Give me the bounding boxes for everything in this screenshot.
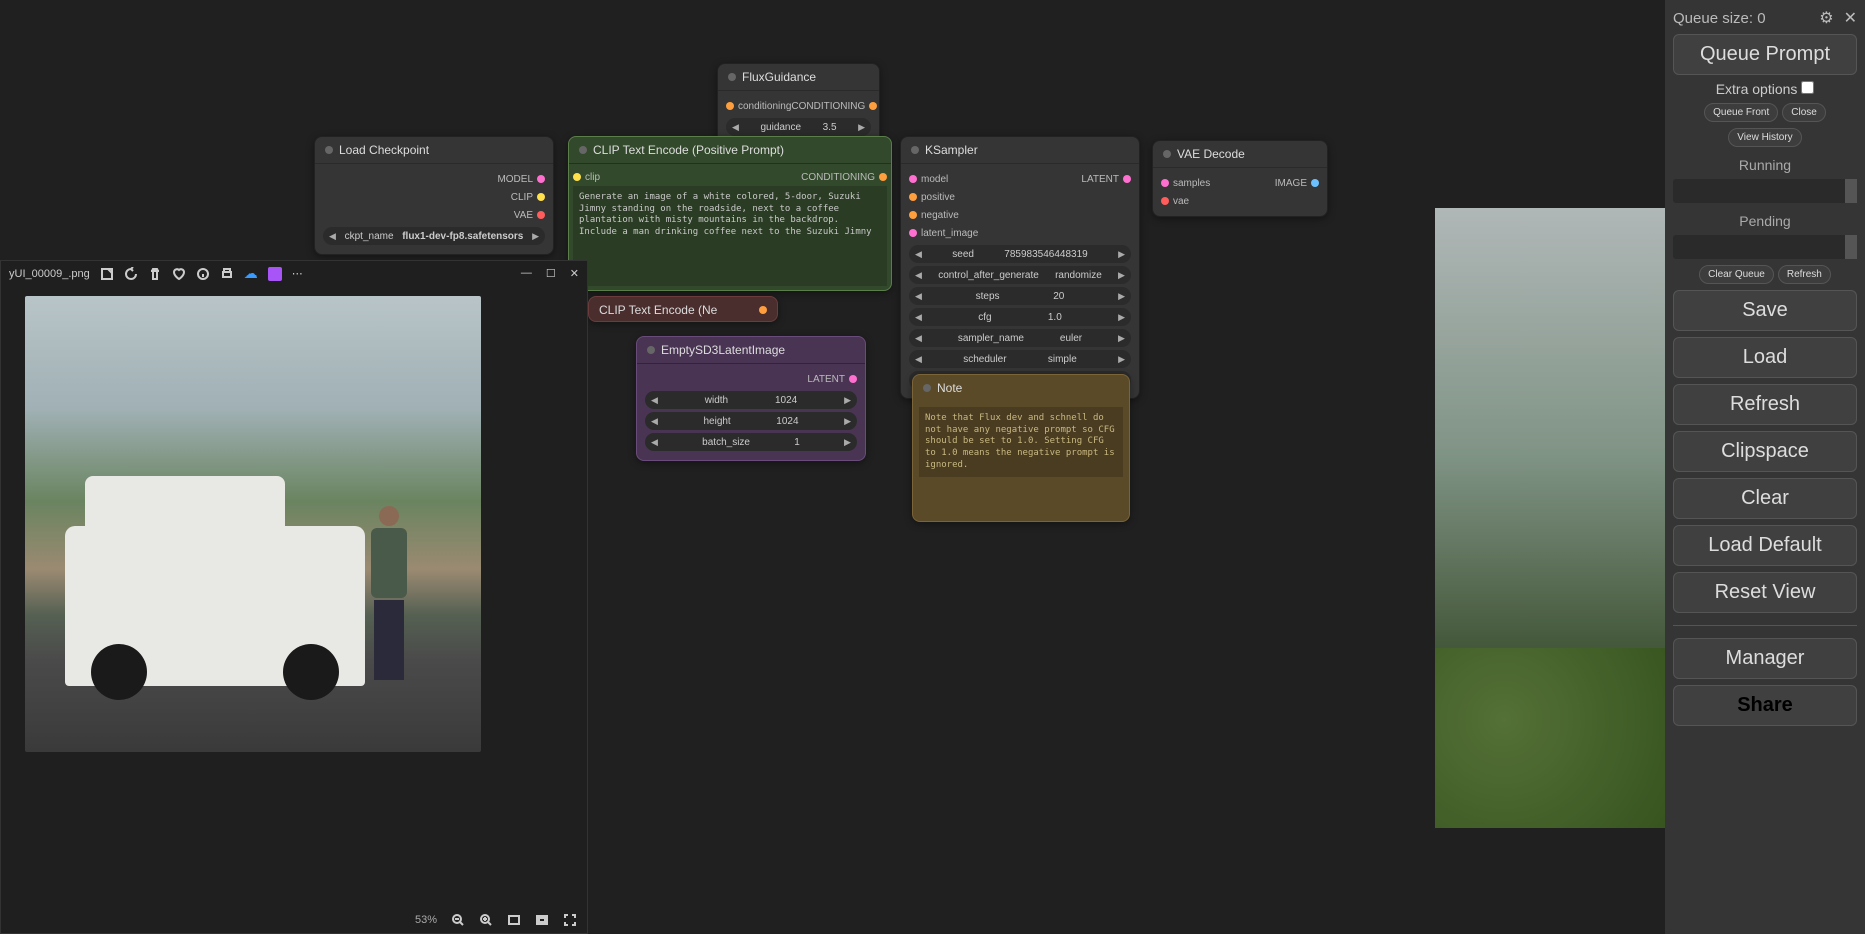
positive-prompt-text[interactable]: Generate an image of a white colored, 5-… [573,186,887,286]
fit-icon[interactable] [507,913,521,927]
more-icon[interactable]: ⋯ [292,267,303,280]
widget-ckpt-name[interactable]: ◀ckpt_nameflux1-dev-fp8.safetensors▶ [323,227,545,245]
fullscreen-icon[interactable] [563,913,577,927]
gear-icon[interactable]: ⚙ [1819,8,1833,28]
node-clip-negative[interactable]: CLIP Text Encode (Ne [588,296,778,322]
queue-size-label: Queue size: 0 [1673,10,1766,27]
node-flux-guidance[interactable]: FluxGuidance conditioningCONDITIONING ◀g… [717,63,880,146]
widget-scheduler[interactable]: ◀schedulersimple▶ [909,350,1131,368]
info-icon[interactable] [196,267,210,281]
side-panel: Queue size: 0 ⚙ ✕ Queue Prompt Extra opt… [1665,0,1865,934]
rotate-icon[interactable] [124,267,138,281]
clear-button[interactable]: Clear [1673,478,1857,519]
save-button[interactable]: Save [1673,290,1857,331]
close-button[interactable]: Close [1782,103,1826,122]
share-button[interactable]: Share [1673,685,1857,726]
image-viewer-window[interactable]: yUI_00009_.png ☁ ⋯ — ☐ ✕ 53% [0,260,588,934]
viewer-filename: yUI_00009_.png [9,268,90,280]
node-title: CLIP Text Encode (Positive Prompt) [593,143,784,157]
node-title: Load Checkpoint [339,143,429,157]
node-ksampler[interactable]: KSampler modelLATENT positive negative l… [900,136,1140,399]
widget-sampler-name[interactable]: ◀sampler_nameeuler▶ [909,329,1131,347]
zoom-in-icon[interactable] [479,913,493,927]
load-default-button[interactable]: Load Default [1673,525,1857,566]
refresh-queue-button[interactable]: Refresh [1778,265,1831,284]
node-clip-positive[interactable]: CLIP Text Encode (Positive Prompt) clipC… [568,136,892,291]
heart-icon[interactable] [172,267,186,281]
zoom-level: 53% [415,914,437,926]
queue-front-button[interactable]: Queue Front [1704,103,1778,122]
minimize-icon[interactable]: — [521,267,532,280]
node-load-checkpoint[interactable]: Load Checkpoint MODEL CLIP VAE ◀ckpt_nam… [314,136,554,255]
clear-queue-button[interactable]: Clear Queue [1699,265,1774,284]
node-vae-decode[interactable]: VAE Decode samplesIMAGE vae [1152,140,1328,217]
widget-guidance[interactable]: ◀guidance3.5▶ [726,118,871,136]
reset-view-button[interactable]: Reset View [1673,572,1857,613]
load-button[interactable]: Load [1673,337,1857,378]
node-title: FluxGuidance [742,70,816,84]
widget-height[interactable]: ◀height1024▶ [645,412,857,430]
widget-control-after-generate[interactable]: ◀control_after_generaterandomize▶ [909,266,1131,284]
widget-seed[interactable]: ◀seed785983546448319▶ [909,245,1131,263]
maximize-icon[interactable]: ☐ [546,267,556,280]
app-icon[interactable] [268,267,282,281]
node-note[interactable]: Note Note that Flux dev and schnell do n… [912,374,1130,522]
pending-queue [1673,235,1857,259]
window-close-icon[interactable]: ✕ [570,267,579,280]
preview-image-content [25,296,481,752]
preview-image [1435,208,1665,828]
widget-batch-size[interactable]: ◀batch_size1▶ [645,433,857,451]
cloud-icon[interactable]: ☁ [244,265,258,282]
close-icon[interactable]: ✕ [1844,8,1857,28]
note-text: Note that Flux dev and schnell do not ha… [919,407,1123,477]
queue-prompt-button[interactable]: Queue Prompt [1673,34,1857,75]
widget-cfg[interactable]: ◀cfg1.0▶ [909,308,1131,326]
running-queue [1673,179,1857,203]
clipspace-button[interactable]: Clipspace [1673,431,1857,472]
extra-options-checkbox[interactable] [1801,81,1814,94]
widget-steps[interactable]: ◀steps20▶ [909,287,1131,305]
manager-button[interactable]: Manager [1673,638,1857,679]
node-empty-latent[interactable]: EmptySD3LatentImage LATENT ◀width1024▶ ◀… [636,336,866,461]
print-icon[interactable] [220,267,234,281]
zoom-out-icon[interactable] [451,913,465,927]
actual-size-icon[interactable] [535,913,549,927]
refresh-button[interactable]: Refresh [1673,384,1857,425]
widget-width[interactable]: ◀width1024▶ [645,391,857,409]
view-history-button[interactable]: View History [1728,128,1801,147]
edit-icon[interactable] [100,267,114,281]
trash-icon[interactable] [148,267,162,281]
